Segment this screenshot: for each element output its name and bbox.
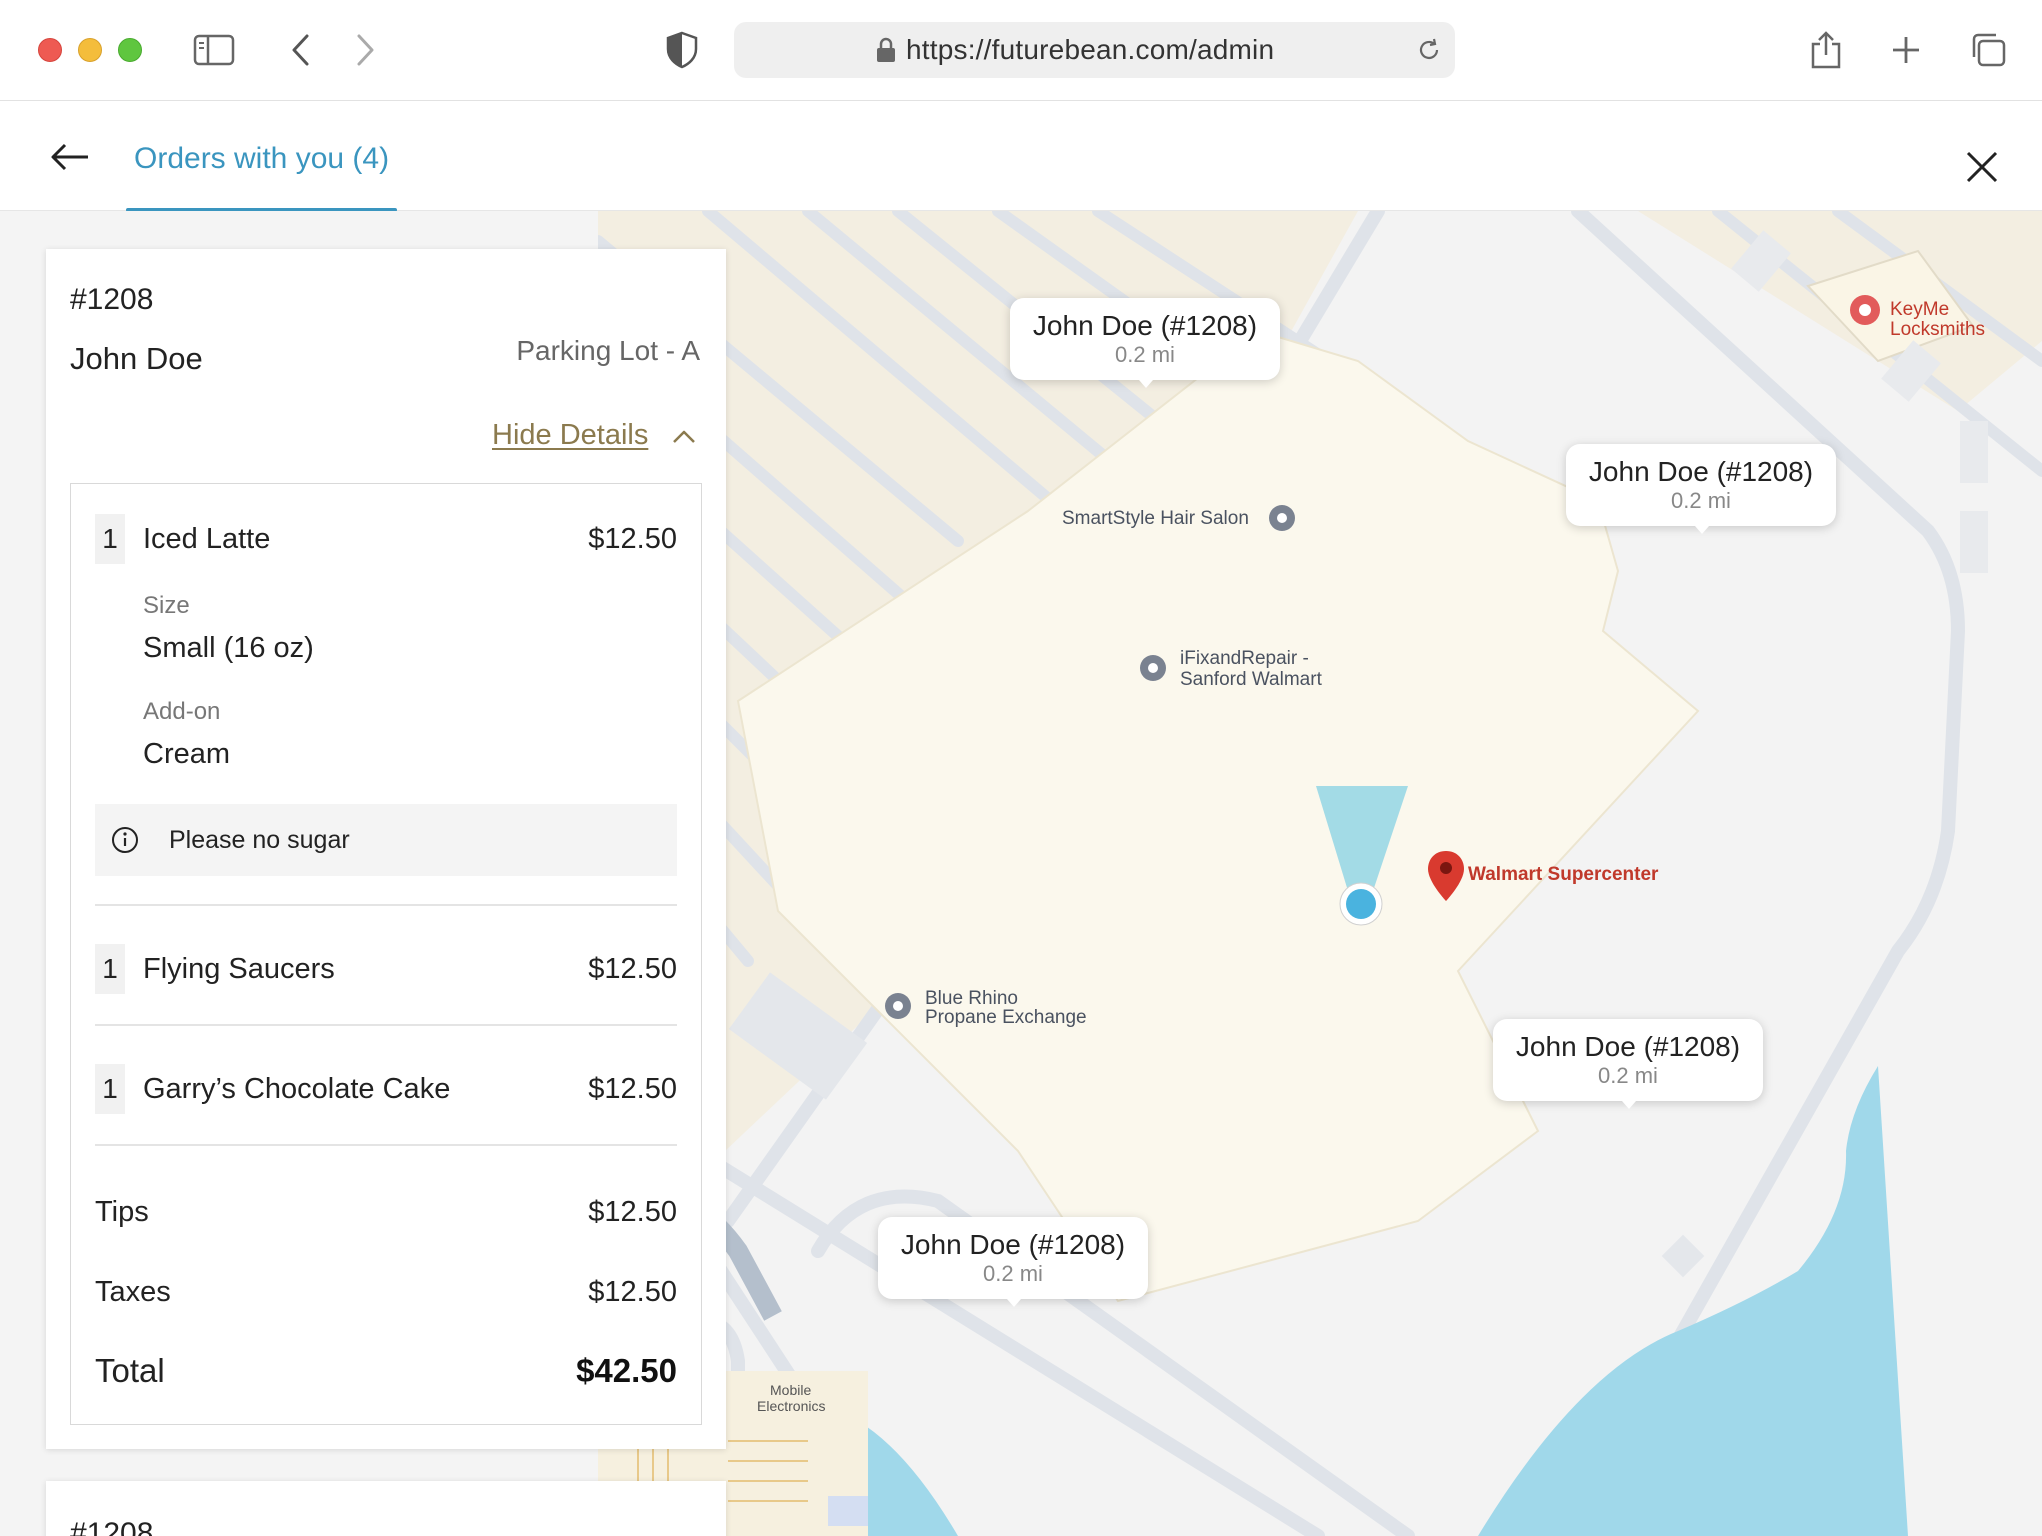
order-number: #1208 [70, 1517, 154, 1536]
item-name: Garry’s Chocolate Cake [143, 1073, 451, 1105]
callout-name: John Doe (#1208) [1032, 310, 1258, 341]
tab-orders-label: Orders with you (4) [134, 142, 390, 175]
option-label: Size [143, 592, 190, 619]
callout-distance: 0.2 mi [1671, 488, 1731, 513]
smartstyle-pin-icon[interactable] [1267, 503, 1297, 533]
window-minimize-dot[interactable] [78, 38, 102, 62]
ifixandrepair-label-2[interactable]: Sanford Walmart [1180, 670, 1322, 690]
callout-name: John Doe (#1208) [1588, 456, 1814, 487]
customer-callout[interactable]: John Doe (#1208) 0.2 mi [1010, 298, 1280, 388]
customer-name: John Doe [70, 341, 203, 376]
total-value: $42.50 [576, 1352, 677, 1389]
customer-callout[interactable]: John Doe (#1208) 0.2 mi [878, 1217, 1148, 1307]
callout-tail [1139, 380, 1153, 388]
window-zoom-dot[interactable] [118, 38, 142, 62]
close-icon [1966, 151, 1998, 183]
item-quantity: 1 [95, 1064, 125, 1114]
pickup-location: Parking Lot - A [516, 335, 700, 366]
item-note: Please no sugar [95, 804, 677, 876]
order-item-row: 1 Garry’s Chocolate Cake $12.50 [95, 1064, 677, 1114]
browser-toolbar: https://futurebean.com/admin [0, 0, 2042, 101]
arrow-left-icon [51, 143, 88, 171]
item-name: Iced Latte [143, 523, 271, 555]
reload-icon[interactable] [1413, 34, 1445, 66]
divider [95, 1144, 677, 1146]
walmart-pin-icon[interactable] [1426, 849, 1466, 903]
tips-label: Tips [95, 1196, 149, 1228]
back-nav-icon[interactable] [274, 24, 326, 76]
callout-tail [1007, 1299, 1021, 1307]
callout-tail [1622, 1101, 1636, 1109]
share-icon[interactable] [1800, 24, 1852, 76]
order-card[interactable]: #1208 John Doe Parking Lot - A Hide Deta… [46, 249, 726, 1449]
total-label: Total [95, 1352, 165, 1389]
item-price: $12.50 [588, 1073, 677, 1105]
callout-distance: 0.2 mi [1598, 1063, 1658, 1088]
option-label: Add-on [143, 698, 221, 725]
order-item-row: 1 Iced Latte $12.50 [95, 514, 677, 564]
item-price: $12.50 [588, 953, 677, 985]
item-quantity: 1 [95, 944, 125, 994]
main-content: SmartStyle Hair Salon iFixandRepair - Sa… [0, 211, 2042, 1536]
mobile-electronics-label-1[interactable]: Mobile [770, 1383, 811, 1398]
smartstyle-label[interactable]: SmartStyle Hair Salon [1062, 509, 1249, 529]
blue-rhino-label-2[interactable]: Propane Exchange [925, 1008, 1087, 1028]
ifixandrepair-pin-icon[interactable] [1138, 653, 1168, 683]
info-icon [112, 827, 138, 853]
ifixandrepair-label-1[interactable]: iFixandRepair - [1180, 649, 1309, 669]
order-item-row: 1 Flying Saucers $12.50 [95, 944, 677, 994]
close-button[interactable] [1956, 141, 2008, 193]
taxes-label: Taxes [95, 1276, 171, 1308]
customer-callout[interactable]: John Doe (#1208) 0.2 mi [1566, 444, 1836, 534]
new-tab-icon[interactable] [1880, 24, 1932, 76]
divider [95, 1024, 677, 1026]
sidebar-toggle-icon[interactable] [188, 24, 240, 76]
window-close-dot[interactable] [38, 38, 62, 62]
tips-value: $12.50 [588, 1196, 677, 1228]
item-price: $12.50 [588, 523, 677, 555]
callout-name: John Doe (#1208) [1515, 1031, 1741, 1062]
back-button[interactable] [44, 131, 96, 183]
divider [95, 904, 677, 906]
item-name: Flying Saucers [143, 953, 335, 985]
callout-name: John Doe (#1208) [900, 1229, 1126, 1260]
taxes-value: $12.50 [588, 1276, 677, 1308]
app-header: Orders with you (4) [0, 101, 2042, 212]
keyme-pin-icon[interactable] [1848, 293, 1882, 327]
keyme-label[interactable]: KeyMe Locksmiths [1890, 300, 2042, 340]
lock-icon [877, 37, 895, 62]
privacy-shield-icon[interactable] [656, 24, 708, 76]
map-canvas [598, 211, 2042, 1536]
chevron-up-icon[interactable] [668, 421, 700, 453]
order-details: 1 Iced Latte $12.50 Size Small (16 oz) A… [70, 483, 702, 1425]
item-quantity: 1 [95, 514, 125, 564]
callout-distance: 0.2 mi [983, 1261, 1043, 1286]
callout-tail [1695, 526, 1709, 534]
forward-nav-icon[interactable] [340, 24, 392, 76]
customer-callout[interactable]: John Doe (#1208) 0.2 mi [1493, 1019, 1763, 1109]
blue-rhino-pin-icon[interactable] [883, 991, 913, 1021]
option-value: Cream [143, 738, 231, 770]
hide-details-link[interactable]: Hide Details [492, 419, 648, 452]
tab-orders-with-you[interactable]: Orders with you (4) [126, 101, 398, 212]
callout-distance: 0.2 mi [1115, 342, 1175, 367]
option-value: Small (16 oz) [143, 632, 314, 664]
blue-rhino-label-1[interactable]: Blue Rhino [925, 989, 1018, 1009]
tab-overview-icon[interactable] [1962, 24, 2014, 76]
map-view[interactable]: SmartStyle Hair Salon iFixandRepair - Sa… [598, 211, 2042, 1536]
order-card[interactable]: #1208 [46, 1481, 726, 1536]
current-location-icon [1339, 882, 1383, 926]
mobile-electronics-label-2[interactable]: Electronics [757, 1399, 825, 1414]
walmart-label[interactable]: Walmart Supercenter [1468, 865, 1658, 885]
order-number: #1208 [70, 283, 154, 316]
note-text: Please no sugar [169, 826, 350, 854]
url-text: https://futurebean.com/admin [906, 34, 1275, 65]
address-bar[interactable]: https://futurebean.com/admin [734, 22, 1455, 78]
